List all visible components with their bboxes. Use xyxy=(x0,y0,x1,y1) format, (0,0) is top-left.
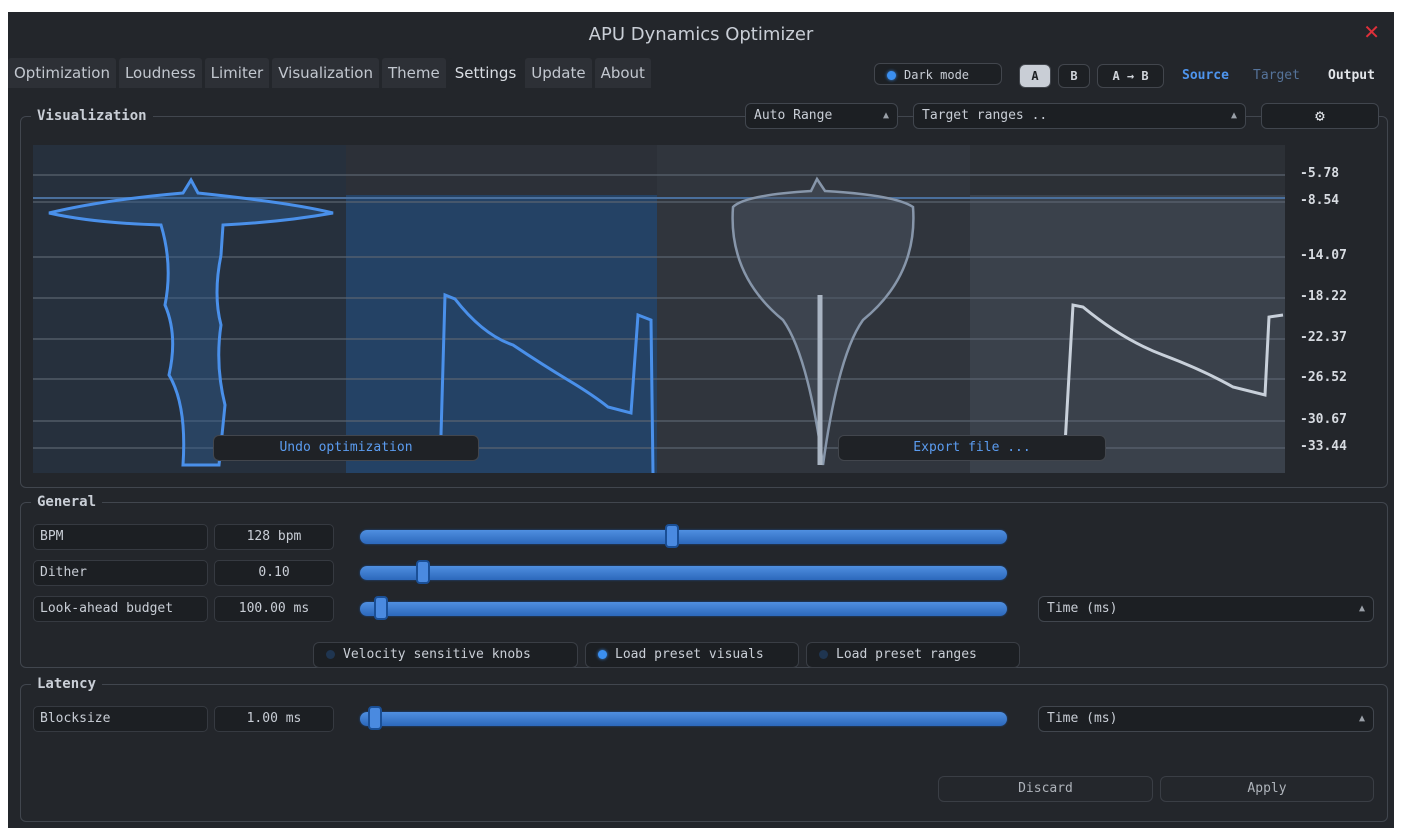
updown-arrows-icon: ▲ xyxy=(882,110,889,121)
blue-range-bg xyxy=(346,195,657,473)
y-label: -26.52 xyxy=(1300,370,1347,385)
blocksize-value-field[interactable]: 1.00 ms xyxy=(214,706,334,732)
tab-settings[interactable]: Settings xyxy=(448,58,523,88)
app-window: APU Dynamics Optimizer ✕ Optimization Lo… xyxy=(8,12,1394,828)
tab-loudness[interactable]: Loudness xyxy=(118,58,202,88)
toggle-indicator-icon xyxy=(598,650,607,659)
lookahead-label: Look-ahead budget xyxy=(33,596,208,622)
bpm-label: BPM xyxy=(33,524,208,550)
tab-bar: Optimization Loudness Limiter Visualizat… xyxy=(8,58,654,88)
lookahead-slider[interactable] xyxy=(360,596,1007,620)
y-label: -18.22 xyxy=(1300,289,1347,304)
output-button[interactable]: Output xyxy=(1328,68,1375,83)
target-button[interactable]: Target xyxy=(1253,68,1300,83)
general-title: General xyxy=(31,494,103,510)
load-preset-visuals-toggle[interactable]: Load preset visuals xyxy=(585,642,799,668)
y-label: -33.44 xyxy=(1300,439,1347,454)
visualization-graph xyxy=(33,145,1285,473)
dark-mode-label: Dark mode xyxy=(904,68,970,82)
bpm-slider-handle[interactable] xyxy=(665,524,679,548)
tab-visualization[interactable]: Visualization xyxy=(272,58,379,88)
export-file-button[interactable]: Export file ... xyxy=(838,435,1106,461)
range-select[interactable]: Auto Range ▲ xyxy=(745,103,898,129)
y-label: -30.67 xyxy=(1300,412,1347,427)
target-ranges-value: Target ranges .. xyxy=(922,108,1048,123)
tab-theme[interactable]: Theme xyxy=(381,58,446,88)
updown-arrows-icon: ▲ xyxy=(1230,110,1237,121)
lookahead-slider-handle[interactable] xyxy=(374,596,388,620)
toggle-indicator-icon xyxy=(819,650,828,659)
updown-arrows-icon: ▲ xyxy=(1358,713,1365,724)
load-preset-ranges-toggle[interactable]: Load preset ranges xyxy=(806,642,1020,668)
tab-update[interactable]: Update xyxy=(525,58,592,88)
lookahead-value-field[interactable]: 100.00 ms xyxy=(214,596,334,622)
tab-limiter[interactable]: Limiter xyxy=(204,58,270,88)
lookahead-unit-value: Time (ms) xyxy=(1047,601,1118,616)
undo-optimization-button[interactable]: Undo optimization xyxy=(213,435,479,461)
blocksize-unit-value: Time (ms) xyxy=(1047,711,1118,726)
load-preset-visuals-label: Load preset visuals xyxy=(615,647,764,662)
visualization-panel xyxy=(33,145,1285,473)
dither-slider-handle[interactable] xyxy=(416,560,430,584)
dark-mode-toggle[interactable]: Dark mode xyxy=(874,63,1002,85)
y-label: -22.37 xyxy=(1300,330,1347,345)
latency-title: Latency xyxy=(31,676,103,692)
window-title: APU Dynamics Optimizer xyxy=(588,24,814,45)
y-label: -5.78 xyxy=(1300,166,1340,181)
copy-a-to-b-button[interactable]: A → B xyxy=(1097,64,1164,88)
velocity-sensitive-label: Velocity sensitive knobs xyxy=(343,647,531,662)
bpm-value-field[interactable]: 128 bpm xyxy=(214,524,334,550)
source-button[interactable]: Source xyxy=(1182,68,1229,83)
dither-value-field[interactable]: 0.10 xyxy=(214,560,334,586)
bpm-slider[interactable] xyxy=(360,524,1007,548)
close-icon[interactable]: ✕ xyxy=(1363,22,1380,42)
toggle-indicator-icon xyxy=(887,71,896,80)
blocksize-slider[interactable] xyxy=(360,706,1007,730)
gear-icon: ⚙ xyxy=(1315,106,1325,125)
tab-about[interactable]: About xyxy=(594,58,651,88)
slot-a-button[interactable]: A xyxy=(1019,64,1051,88)
target-ranges-select[interactable]: Target ranges .. ▲ xyxy=(913,103,1246,129)
visualization-settings-button[interactable]: ⚙ xyxy=(1261,103,1379,129)
apply-button[interactable]: Apply xyxy=(1160,776,1374,802)
velocity-sensitive-toggle[interactable]: Velocity sensitive knobs xyxy=(313,642,578,668)
load-preset-ranges-label: Load preset ranges xyxy=(836,647,977,662)
lookahead-unit-select[interactable]: Time (ms) ▲ xyxy=(1038,596,1374,622)
y-label: -14.07 xyxy=(1300,248,1347,263)
y-label: -8.54 xyxy=(1300,193,1340,208)
dither-slider[interactable] xyxy=(360,560,1007,584)
slot-b-button[interactable]: B xyxy=(1058,64,1090,88)
discard-button[interactable]: Discard xyxy=(938,776,1153,802)
blocksize-label: Blocksize xyxy=(33,706,208,732)
updown-arrows-icon: ▲ xyxy=(1358,603,1365,614)
range-select-value: Auto Range xyxy=(754,108,833,123)
blocksize-slider-handle[interactable] xyxy=(368,706,382,730)
tab-optimization[interactable]: Optimization xyxy=(8,58,116,88)
toggle-indicator-icon xyxy=(326,650,335,659)
blocksize-unit-select[interactable]: Time (ms) ▲ xyxy=(1038,706,1374,732)
dither-label: Dither xyxy=(33,560,208,586)
visualization-title: Visualization xyxy=(31,108,153,124)
